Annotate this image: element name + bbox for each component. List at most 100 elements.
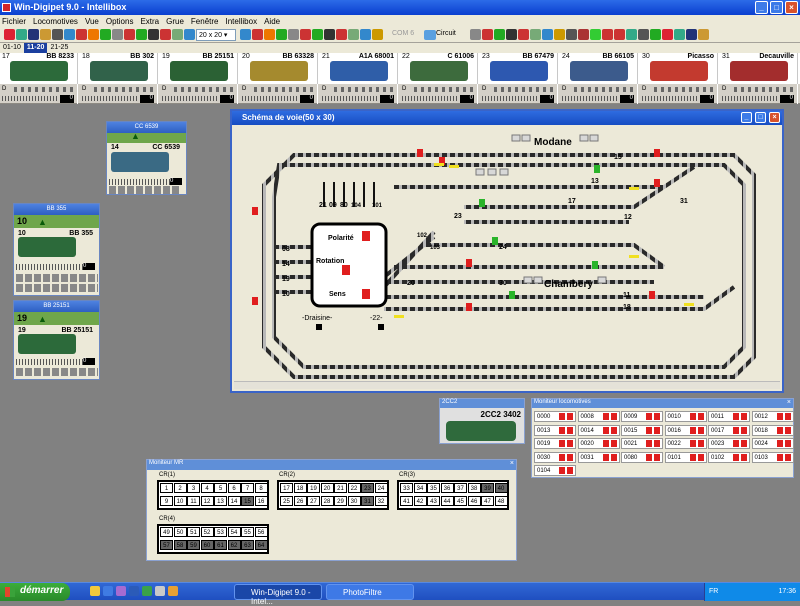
toolbar-button[interactable] [578,29,589,40]
toolbar-button[interactable] [312,29,323,40]
speed-slider[interactable] [242,96,298,101]
app-icon[interactable] [155,586,165,596]
mr-contact[interactable]: 49 [160,527,173,537]
toolbar-button[interactable] [626,29,637,40]
strip-loco-30[interactable]: 30 Picasso [640,53,718,84]
word-icon[interactable] [129,586,139,596]
toolbar-button[interactable] [518,29,529,40]
mr-contact[interactable]: 23 [361,483,374,493]
strip-loco-18[interactable]: 18 BB 302 [80,53,158,84]
toolbar-button[interactable] [348,29,359,40]
mr-contact[interactable]: 2 [173,483,187,493]
toolbar-button[interactable] [602,29,613,40]
strip-control[interactable]: D0 [80,84,158,104]
mr-contact[interactable]: 57 [160,540,173,550]
mr-contact[interactable]: 4 [200,483,214,493]
loco-monitor-cell[interactable]: 0008 [577,411,620,422]
loco-monitor-cell[interactable]: 0021 [621,438,663,449]
mr-contact[interactable]: 47 [481,496,494,506]
toolbar-button[interactable] [172,29,183,40]
excel-icon[interactable] [142,586,152,596]
mr-contact[interactable]: 19 [307,483,320,493]
strip-control[interactable]: D0 [0,84,78,104]
loco-monitor-cell[interactable]: 0080 [621,451,663,463]
toolbar-button[interactable] [28,29,39,40]
menu-item[interactable]: Vue [85,17,99,26]
start-button[interactable]: démarrer [0,583,70,601]
function-buttons[interactable] [494,87,554,92]
direction-icon[interactable]: D [642,86,646,92]
close-button[interactable]: × [785,1,798,14]
speed-slider[interactable] [2,96,58,101]
scheme-minimize-button[interactable]: _ [741,112,752,123]
mr-contact[interactable]: 59 [187,540,200,550]
menu-item[interactable]: Aide [264,17,280,26]
toolbar-button[interactable] [4,29,15,40]
mr-contact[interactable]: 64 [254,540,268,550]
toolbar-button[interactable] [650,29,661,40]
strip-loco-24[interactable]: 24 BB 66105 [560,53,638,84]
loco-monitor-cell[interactable]: 0014 [577,424,620,436]
mr-contact[interactable]: 56 [254,527,268,537]
strip-loco-19[interactable]: 19 BB 25151 [160,53,238,84]
strip-control[interactable]: D0 [160,84,238,104]
toolbar-button[interactable] [482,29,493,40]
tab-range-21-25[interactable]: 21-25 [47,43,71,53]
speed-slider[interactable] [82,96,138,101]
task-photofiltre[interactable]: PhotoFiltre [326,584,414,600]
mr-contact[interactable]: 51 [187,527,200,537]
direction-icon[interactable]: D [82,86,86,92]
strip-control[interactable]: D0 [480,84,558,104]
mr-contact[interactable]: 21 [334,483,347,493]
mr-contact[interactable]: 18 [293,483,307,493]
loco-monitor-cell[interactable]: 0000 [534,411,576,422]
polarite-switch[interactable] [362,231,370,241]
toolbar-button[interactable] [160,29,171,40]
mr-contact[interactable]: 1 [160,483,173,493]
minimize-button[interactable]: _ [755,1,768,14]
mr-contact[interactable]: 7 [241,483,254,493]
loco-monitor-cell[interactable]: 0024 [751,438,794,449]
maximize-button[interactable]: □ [770,1,783,14]
direction-arrow-icon[interactable]: ▲ [38,217,47,227]
mr-contact[interactable]: 32 [374,496,388,506]
toolbar-button[interactable] [566,29,577,40]
mr-contact[interactable]: 37 [454,483,467,493]
loco-monitor-cell[interactable]: 0103 [751,451,794,463]
mr-contact[interactable]: 41 [400,496,413,506]
loco-monitor-cell[interactable]: 0022 [664,438,707,449]
app2-icon[interactable] [168,586,178,596]
direction-icon[interactable]: D [722,86,726,92]
toolbar-button[interactable] [112,29,123,40]
toolbar-button[interactable] [372,29,383,40]
direction-icon[interactable]: D [322,86,326,92]
function-buttons-row1[interactable] [16,274,98,282]
function-buttons[interactable] [14,87,74,92]
zoom-select[interactable]: 20 x 20 ▾ [196,29,236,41]
speed-slider[interactable] [722,96,778,101]
loco-monitor-cell[interactable]: 0020 [577,438,620,449]
mr-contact[interactable]: 63 [241,540,254,550]
function-buttons[interactable] [734,87,794,92]
toolbar-button[interactable] [530,29,541,40]
strip-loco-21[interactable]: 21 A1A 68001 [320,53,398,84]
loco-monitor-cell[interactable]: 0018 [751,424,794,436]
menu-item[interactable]: Fenêtre [191,17,219,26]
strip-loco-20[interactable]: 20 BB 63328 [240,53,318,84]
mr-contact[interactable]: 20 [320,483,334,493]
mr-contact[interactable]: 10 [173,496,187,506]
loco-monitor-cell[interactable]: 0012 [751,411,794,422]
toolbar-button[interactable] [554,29,565,40]
toolbar-button[interactable] [136,29,147,40]
menu-item[interactable]: Fichier [2,17,26,26]
loco-monitor-cell[interactable]: 0031 [577,451,620,463]
loco-monitor-window[interactable]: Moniteur locomotives × 0000 0008 0009 0010 0… [531,398,794,478]
direction-icon[interactable]: D [2,86,6,92]
function-buttons[interactable] [94,87,154,92]
mr-contact[interactable]: 52 [200,527,214,537]
mr-contact[interactable]: 39 [481,483,494,493]
strip-control[interactable]: D0 [720,84,798,104]
mr-contact[interactable]: 36 [440,483,454,493]
direction-icon[interactable]: D [562,86,566,92]
folder-icon[interactable] [90,586,100,596]
